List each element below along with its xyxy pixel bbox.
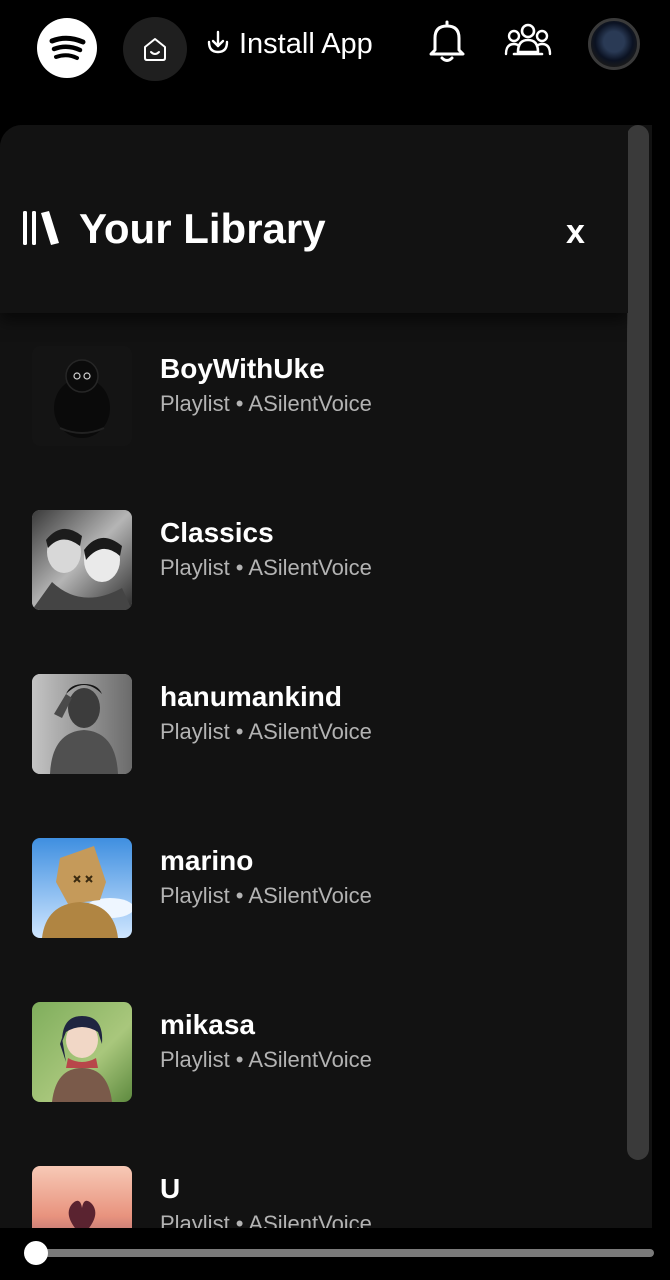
library-title: Your Library xyxy=(79,205,326,252)
home-icon xyxy=(144,38,166,61)
home-button[interactable] xyxy=(123,17,187,81)
item-title: U xyxy=(160,1173,181,1204)
friends-icon xyxy=(504,23,552,56)
progress-slider-track[interactable] xyxy=(36,1249,654,1257)
close-library-button[interactable]: x xyxy=(566,213,585,252)
item-title: mikasa xyxy=(160,1009,255,1040)
list-item-hanumankind[interactable]: hanumankind Playlist • ASilentVoice xyxy=(0,641,628,805)
user-avatar[interactable] xyxy=(588,18,640,70)
library-icon xyxy=(23,211,59,245)
library-scrollbar-thumb[interactable] xyxy=(627,125,649,1160)
playlist-cover xyxy=(32,674,132,774)
item-subtitle: Playlist • ASilentVoice xyxy=(160,719,372,744)
spotify-logo-icon[interactable] xyxy=(37,18,97,78)
playlist-cover xyxy=(32,510,132,610)
progress-slider-knob[interactable] xyxy=(24,1241,48,1265)
item-title: hanumankind xyxy=(160,681,343,712)
library-panel: Your Library x BoyWithUke Playlist • ASi… xyxy=(0,125,628,1230)
bell-icon xyxy=(429,20,465,62)
item-subtitle: Playlist • ASilentVoice xyxy=(160,1047,372,1072)
item-title: BoyWithUke xyxy=(160,353,325,384)
playlist-cover xyxy=(32,346,132,446)
library-header: Your Library x xyxy=(0,125,628,313)
list-item-marino[interactable]: marino Playlist • ASilentVoice xyxy=(0,805,628,969)
install-app-label: Install App xyxy=(239,27,373,60)
list-item-classics[interactable]: Classics Playlist • ASilentVoice xyxy=(0,477,628,641)
list-item-mikasa[interactable]: mikasa Playlist • ASilentVoice xyxy=(0,969,628,1133)
download-icon xyxy=(207,30,229,54)
install-app-button[interactable]: Install App xyxy=(205,24,373,64)
item-subtitle: Playlist • ASilentVoice xyxy=(160,555,372,580)
item-title: marino xyxy=(160,845,254,876)
playlist-cover xyxy=(32,1002,132,1102)
friends-activity-button[interactable] xyxy=(504,18,552,70)
item-subtitle: Playlist • ASilentVoice xyxy=(160,391,372,416)
notifications-button[interactable] xyxy=(424,18,470,68)
item-title: Classics xyxy=(160,517,274,548)
list-item-u[interactable]: U Playlist • ASilentVoice xyxy=(0,1133,628,1230)
list-item-boywithuke[interactable]: BoyWithUke Playlist • ASilentVoice xyxy=(0,313,628,477)
item-subtitle: Playlist • ASilentVoice xyxy=(160,883,372,908)
playlist-cover xyxy=(32,1166,132,1230)
playlist-cover xyxy=(32,838,132,938)
top-bar: Install App xyxy=(0,0,670,100)
